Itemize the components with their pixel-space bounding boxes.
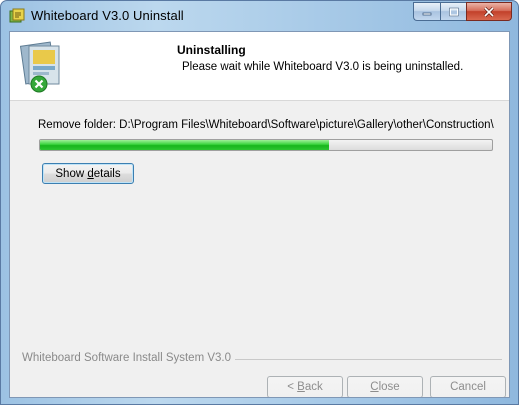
dialog-client-area: Uninstalling Please wait while Whiteboar… (9, 31, 510, 398)
maximize-icon (448, 7, 459, 16)
progress-bar (39, 139, 493, 151)
maximize-button[interactable] (440, 2, 466, 21)
close-window-button[interactable] (466, 2, 512, 21)
minimize-button[interactable] (413, 2, 440, 21)
title-bar[interactable]: Whiteboard V3.0 Uninstall (1, 1, 518, 31)
header-subtitle: Please wait while Whiteboard V3.0 is bei… (182, 61, 464, 73)
cancel-label: Cancel (450, 381, 486, 393)
window-title: Whiteboard V3.0 Uninstall (31, 8, 184, 23)
cancel-button[interactable]: Cancel (430, 376, 506, 397)
branding-text: Whiteboard Software Install System V3.0 (22, 352, 236, 364)
close-label: Close (370, 381, 400, 393)
installer-icon (9, 8, 25, 23)
minimize-icon (422, 12, 432, 15)
show-details-button[interactable]: Show details (42, 163, 134, 184)
back-button[interactable]: < Back (267, 376, 343, 397)
close-button[interactable]: Close (347, 376, 423, 397)
close-icon (483, 6, 495, 17)
status-text: Remove folder: D:\Program Files\Whiteboa… (38, 119, 494, 131)
uninstall-package-icon (19, 41, 60, 93)
caption-buttons (413, 2, 512, 22)
back-label: < Back (287, 381, 323, 393)
show-details-label: Show details (55, 168, 121, 180)
header-panel: Uninstalling Please wait while Whiteboar… (10, 32, 509, 101)
uninstall-window: Whiteboard V3.0 Uninstall Uninstalling P… (0, 0, 519, 405)
progress-fill (40, 140, 330, 150)
header-title: Uninstalling (177, 43, 246, 57)
